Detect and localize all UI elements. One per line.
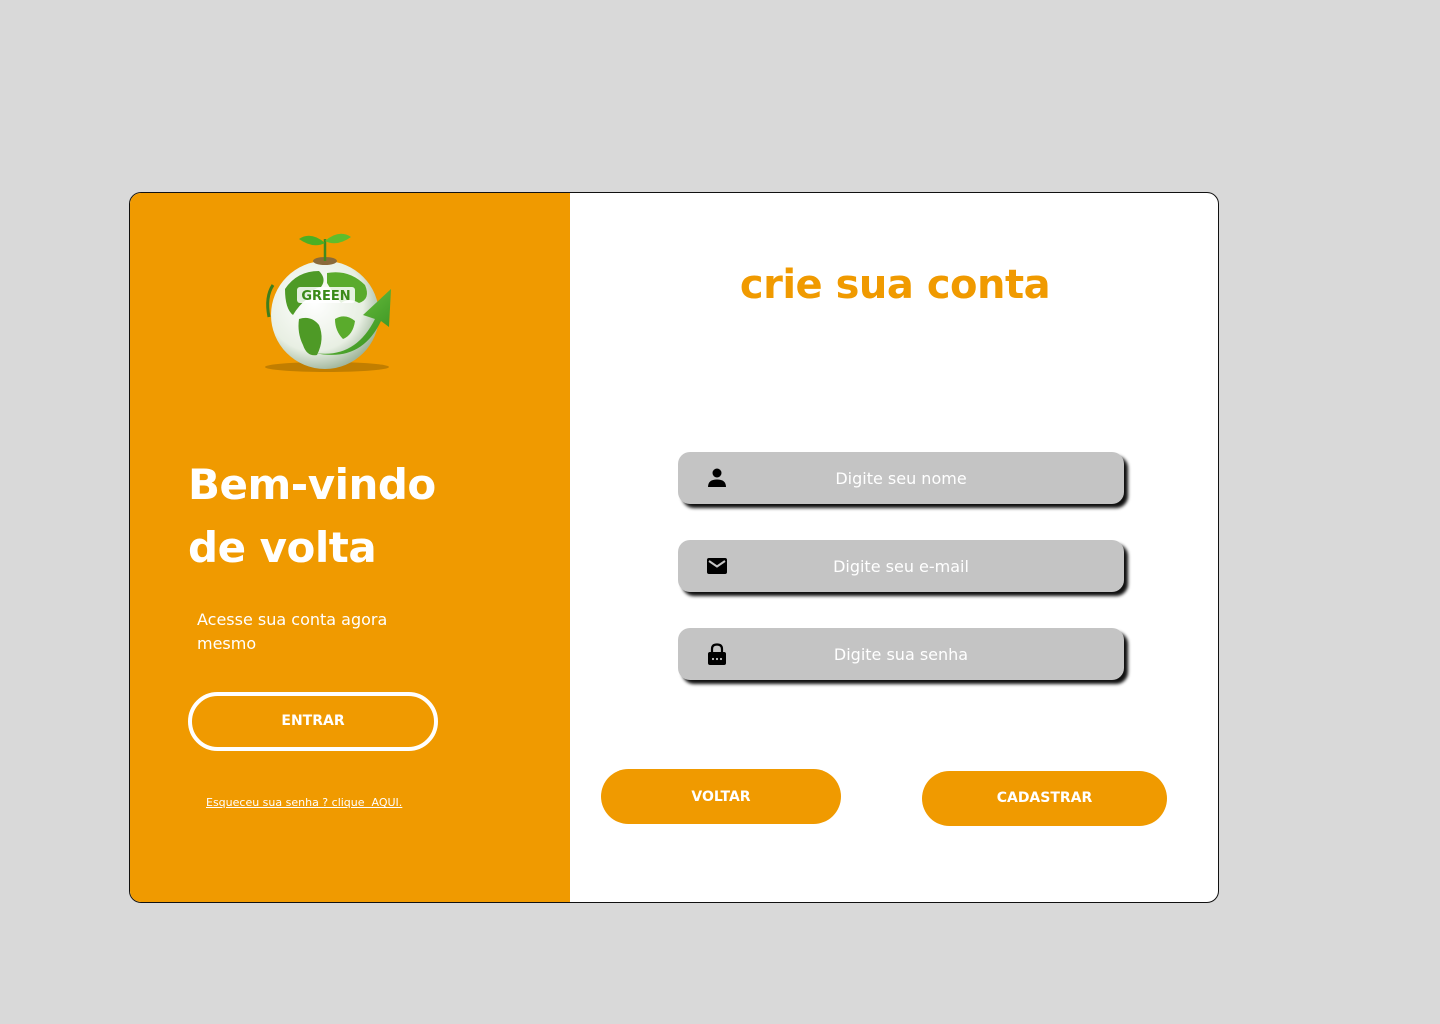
name-input[interactable]: [738, 452, 1064, 504]
signup-card: GREEN Bem-vindo de volta Acesse sua cont…: [129, 192, 1219, 903]
forgot-password-link[interactable]: Esqueceu sua senha ? clique AQUI.: [206, 796, 402, 809]
name-field[interactable]: [678, 452, 1124, 504]
page-title: crie sua conta: [739, 262, 1051, 308]
enter-button[interactable]: ENTRAR: [188, 692, 438, 751]
password-field[interactable]: [678, 628, 1124, 680]
register-button[interactable]: CADASTRAR: [922, 771, 1167, 826]
back-button[interactable]: VOLTAR: [601, 769, 841, 824]
lock-icon: [708, 643, 726, 665]
password-input[interactable]: [738, 628, 1064, 680]
person-icon: [708, 468, 726, 487]
welcome-title: Bem-vindo de volta: [188, 453, 436, 579]
welcome-subtitle: Acesse sua conta agora mesmo: [197, 610, 388, 653]
welcome-title-line1: Bem-vindo: [188, 460, 436, 509]
logo-text: GREEN: [301, 289, 350, 304]
welcome-panel: GREEN Bem-vindo de volta Acesse sua cont…: [130, 193, 570, 902]
email-input[interactable]: [738, 540, 1064, 592]
email-field[interactable]: [678, 540, 1124, 592]
welcome-title-line2: de volta: [188, 523, 377, 572]
mail-icon: [707, 558, 727, 574]
green-globe-logo: GREEN: [265, 233, 391, 372]
